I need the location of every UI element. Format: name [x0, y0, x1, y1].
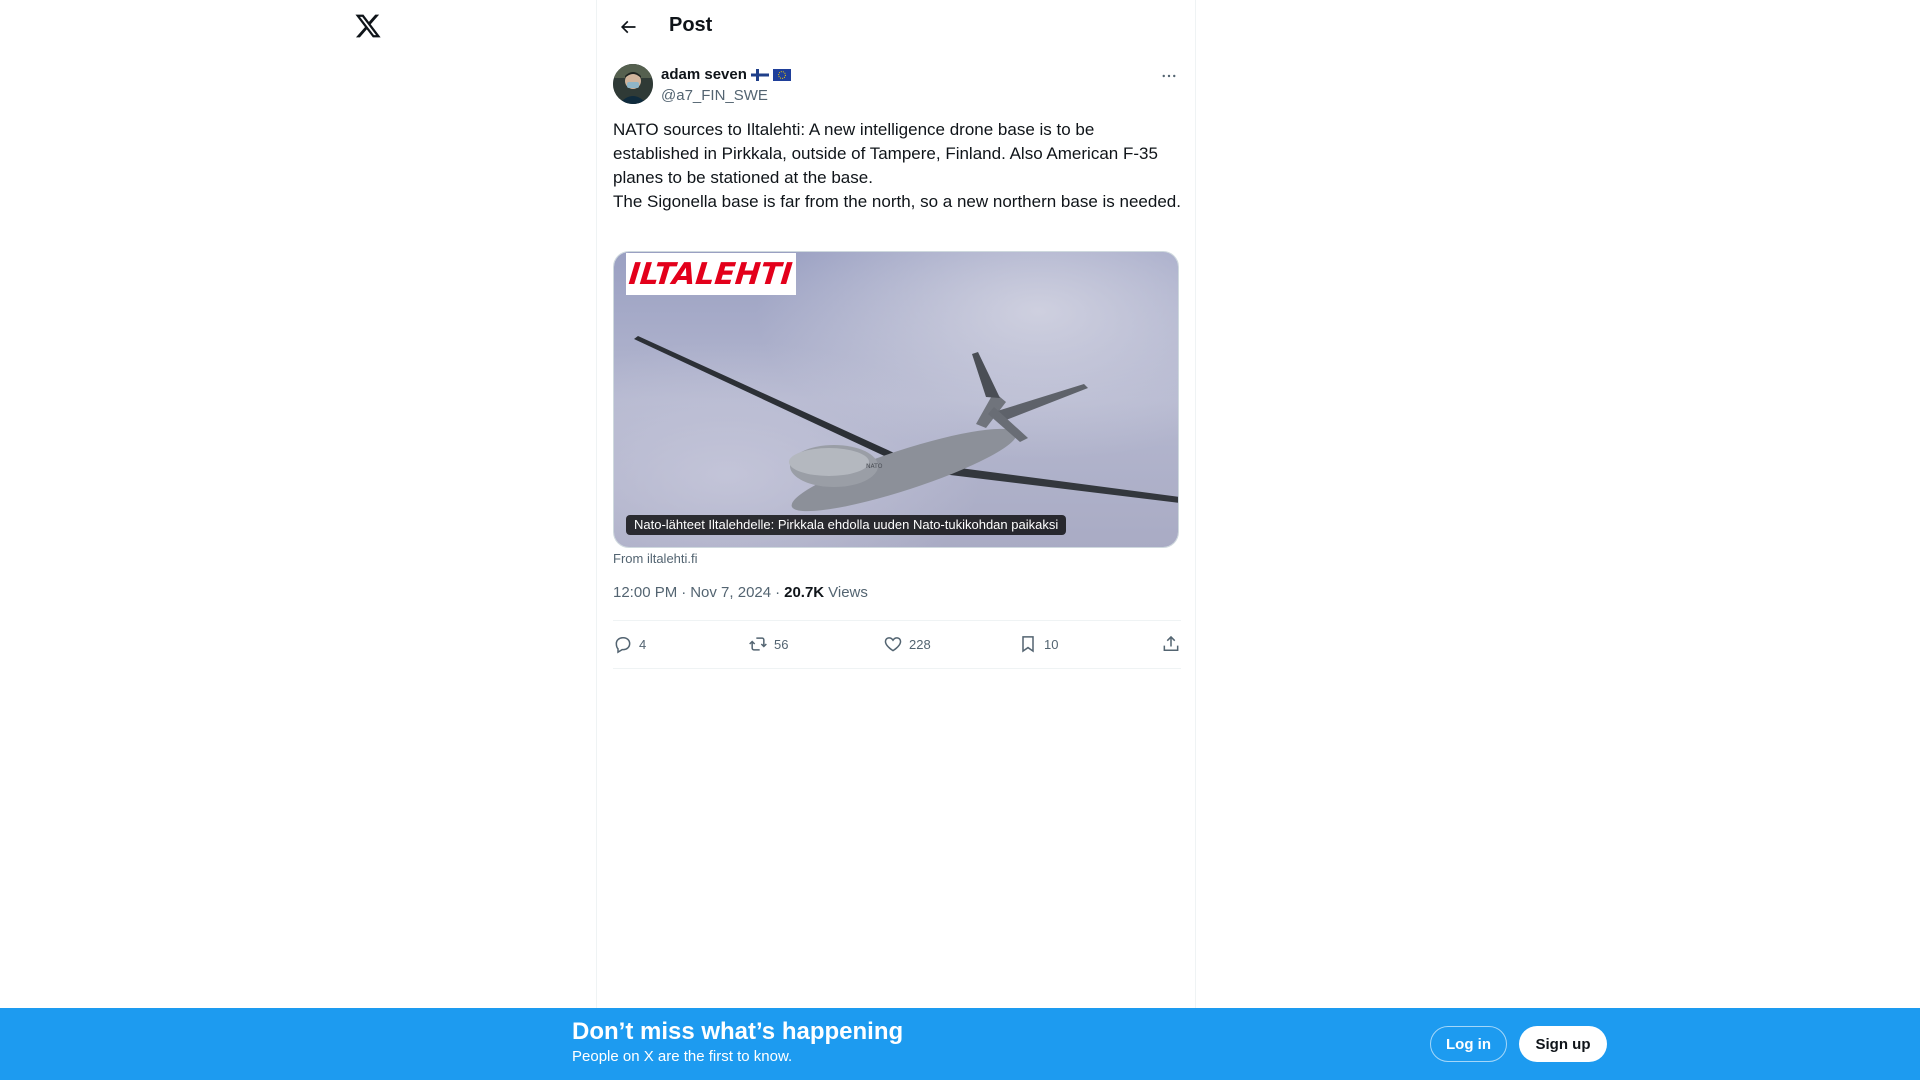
card-caption[interactable]: Nato-lähteet Iltalehdelle: Pirkkala ehdo…: [626, 515, 1067, 535]
share-icon: [1163, 635, 1179, 651]
views-label: Views: [828, 584, 868, 601]
reply-button[interactable]: 4: [613, 627, 748, 661]
eu-flag-icon: [772, 68, 791, 81]
post-author: adam seven @a7_FIN_SWE: [613, 64, 1181, 108]
drone-photo: NATO: [614, 252, 1178, 547]
post-text-line: The Sigonella base is far from the north…: [613, 192, 1181, 211]
svg-text:NATO: NATO: [866, 463, 883, 470]
signup-button[interactable]: Sign up: [1519, 1026, 1607, 1062]
arrow-left-icon: [620, 20, 636, 34]
reply-count: 4: [639, 636, 647, 652]
author-name-line[interactable]: adam seven: [661, 66, 791, 83]
login-button[interactable]: Log in: [1430, 1026, 1507, 1062]
back-button[interactable]: [613, 12, 643, 42]
post-text: NATO sources to Iltalehti: A new intelli…: [613, 118, 1181, 214]
iltalehti-logo: ILTALEHTI: [626, 253, 796, 295]
post-header: Post: [597, 0, 1197, 53]
bookmark-count: 10: [1044, 636, 1059, 652]
post-text-line: NATO sources to Iltalehti: A new intelli…: [613, 120, 1158, 187]
repost-icon: [749, 637, 767, 651]
meta-separator: ·: [775, 584, 781, 601]
main-column: Post adam seven @a7_FIN_SWE NATO sources…: [596, 0, 1196, 1008]
bookmark-icon: [1022, 636, 1034, 653]
meta-separator: ·: [681, 584, 687, 601]
card-source-link[interactable]: From iltalehti.fi: [613, 551, 698, 566]
banner-title: Don’t miss what’s happening: [572, 1018, 904, 1045]
iltalehti-logo-text: ILTALEHTI: [627, 256, 795, 292]
post-meta: 12:00 PM · Nov 7, 2024 · 20.7K Views: [613, 584, 868, 601]
banner-subtitle: People on X are the first to know.: [572, 1048, 793, 1065]
heart-icon: [884, 637, 902, 652]
link-card[interactable]: NATO ILTALEHTI Nato-lähteet Iltalehdelle…: [613, 251, 1179, 548]
author-handle[interactable]: @a7_FIN_SWE: [661, 87, 768, 104]
share-button[interactable]: [1153, 627, 1181, 661]
views-count: 20.7K: [784, 584, 825, 601]
repost-count: 56: [774, 636, 789, 652]
more-horizontal-icon: [1162, 74, 1176, 78]
bookmark-button[interactable]: 10: [1018, 627, 1153, 661]
post-time[interactable]: 12:00 PM: [613, 584, 677, 601]
repost-button[interactable]: 56: [748, 627, 883, 661]
like-button[interactable]: 228: [883, 627, 1018, 661]
post-date[interactable]: Nov 7, 2024: [690, 584, 771, 601]
divider: [613, 668, 1181, 669]
avatar-image: [613, 64, 653, 104]
signup-banner: [0, 1008, 1920, 1080]
finland-flag-icon: [750, 68, 769, 81]
more-options-button[interactable]: [1157, 64, 1181, 88]
avatar[interactable]: [613, 64, 653, 104]
x-logo-icon[interactable]: [354, 12, 382, 40]
reply-icon: [615, 637, 631, 654]
like-count: 228: [909, 636, 931, 652]
page-title: Post: [669, 14, 713, 36]
post-actions: 4 56 228 10: [613, 620, 1181, 668]
author-name[interactable]: adam seven: [661, 66, 747, 83]
